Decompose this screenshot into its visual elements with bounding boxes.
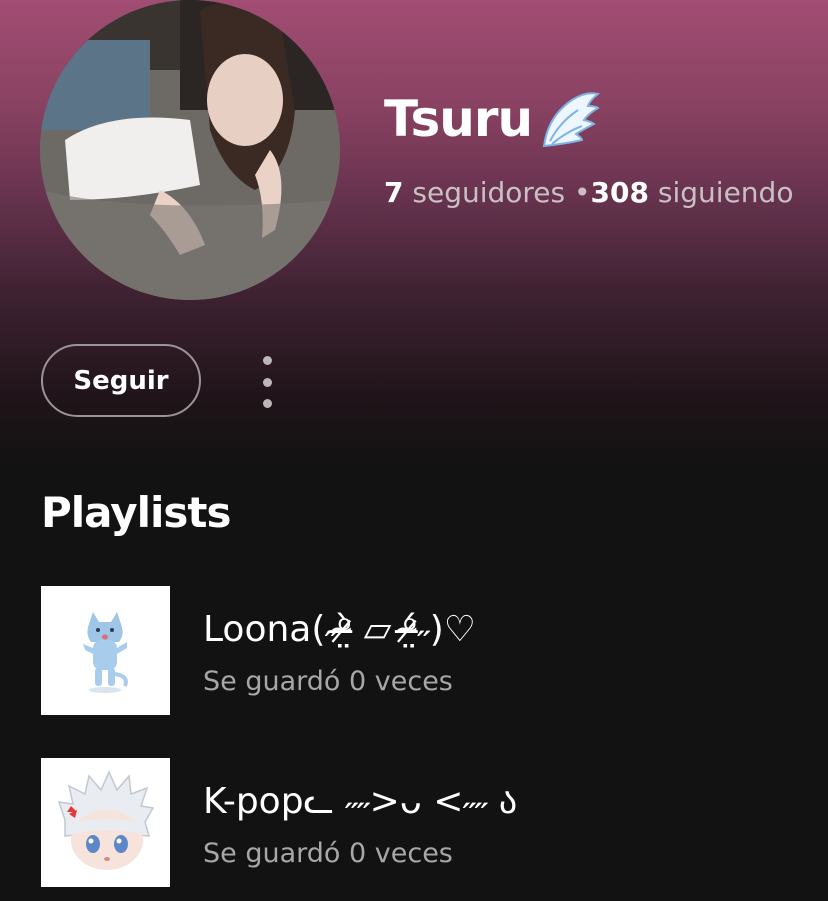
following-label[interactable]: siguiendo <box>658 176 794 209</box>
more-dot <box>262 356 272 365</box>
playlist-title: K-popᓚ ˶˶>ᴗ <˶˶ ა <box>203 781 518 822</box>
profile-name: Tsuru <box>384 84 601 154</box>
more-dot <box>262 377 272 387</box>
playlist-cover <box>41 586 170 715</box>
playlist-save-count: Se guardó 0 veces <box>203 838 453 869</box>
angel-wing-icon <box>538 86 601 152</box>
stats-separator: • <box>574 176 591 209</box>
following-count[interactable]: 308 <box>591 176 649 209</box>
profile-stats: 7 seguidores •308 siguiendo <box>384 176 793 209</box>
more-vertical-icon[interactable] <box>245 350 289 414</box>
anime-character-cover <box>41 758 170 887</box>
avatar[interactable] <box>40 0 340 300</box>
playlist-cover <box>41 758 170 887</box>
playlist-item[interactable]: K-popᓚ ˶˶>ᴗ <˶˶ ა Se guardó 0 veces <box>41 758 801 888</box>
playlist-title: Loona(˶ᵒ̴̶̷̤̀ ▱ ᵒ̴̶̷̤́˶)♡ <box>203 609 477 650</box>
playlist-save-count: Se guardó 0 veces <box>203 666 453 697</box>
followers-label[interactable]: seguidores <box>412 176 565 209</box>
profile-photo <box>40 0 340 300</box>
blue-cat-cover <box>41 586 170 715</box>
playlists-heading: Playlists <box>41 488 231 537</box>
followers-count[interactable]: 7 <box>384 176 403 209</box>
playlist-item[interactable]: Loona(˶ᵒ̴̶̷̤̀ ▱ ᵒ̴̶̷̤́˶)♡ Se guardó 0 ve… <box>41 586 801 716</box>
profile-name-text: Tsuru <box>384 90 533 148</box>
follow-button-label: Seguir <box>73 365 169 396</box>
follow-button[interactable]: Seguir <box>41 344 201 417</box>
more-dot <box>262 399 272 408</box>
